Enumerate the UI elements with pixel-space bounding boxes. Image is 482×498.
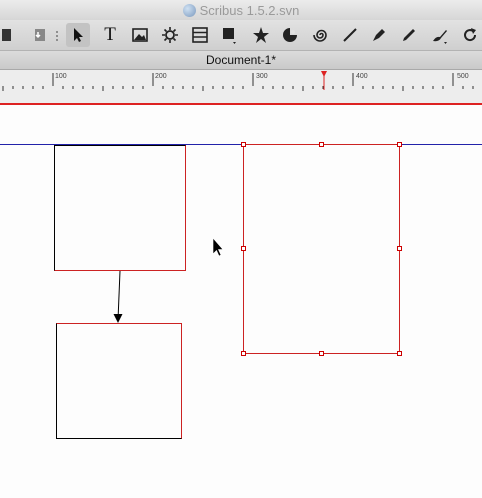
toolbar-grip[interactable] (52, 23, 62, 47)
resize-handle-bottom-middle[interactable] (319, 351, 324, 356)
shape-frame-bottom-left[interactable] (56, 323, 182, 439)
spiral-icon[interactable] (308, 23, 332, 47)
document-tab[interactable]: Document-1* (0, 51, 482, 70)
polygon-icon[interactable] (249, 23, 273, 47)
select-icon[interactable] (66, 23, 90, 47)
selected-frame[interactable] (243, 144, 400, 354)
paste-icon[interactable] (28, 23, 52, 47)
ruler-ticks: 100 200 300 400 500 (2, 71, 474, 91)
rotate-icon[interactable] (458, 23, 482, 47)
calligraphic-icon[interactable] (428, 23, 452, 47)
mouse-cursor (212, 237, 224, 257)
ruler-label: 500 (457, 73, 469, 80)
resize-handle-bottom-right[interactable] (397, 351, 402, 356)
ruler-label: 300 (256, 73, 268, 80)
text-frame-icon[interactable]: T (98, 23, 122, 47)
resize-handle-middle-right[interactable] (397, 246, 402, 251)
resize-handle-bottom-left[interactable] (241, 351, 246, 356)
main-toolbar: T (0, 20, 482, 51)
copy-icon[interactable] (0, 23, 18, 47)
resize-handle-top-middle[interactable] (319, 142, 324, 147)
text-tool-glyph: T (104, 24, 116, 45)
title-bar: Scribus 1.5.2.svn (0, 0, 482, 20)
document-tab-label: Document-1* (205, 53, 277, 67)
horizontal-ruler[interactable]: 100 200 300 400 500 (0, 70, 482, 105)
scribus-app-icon (182, 3, 196, 17)
document-canvas[interactable] (0, 105, 482, 498)
resize-handle-middle-left[interactable] (241, 246, 246, 251)
ruler-label: 100 (55, 73, 67, 80)
window-title: Scribus 1.5.2.svn (199, 2, 300, 18)
ruler-label: 400 (356, 73, 368, 80)
table-icon[interactable] (188, 23, 212, 47)
connector-arrowhead (113, 314, 123, 323)
connector-line (117, 270, 121, 321)
resize-handle-top-left[interactable] (241, 142, 246, 147)
arc-icon[interactable] (278, 23, 302, 47)
image-frame-icon[interactable] (128, 23, 152, 47)
resize-handle-top-right[interactable] (397, 142, 402, 147)
render-frame-icon[interactable] (158, 23, 182, 47)
freehand-icon[interactable] (397, 23, 421, 47)
bezier-icon[interactable] (367, 23, 391, 47)
shape-icon[interactable] (218, 23, 242, 47)
ruler-label: 200 (155, 73, 167, 80)
line-icon[interactable] (338, 23, 362, 47)
shape-frame-top-left[interactable] (54, 145, 186, 271)
